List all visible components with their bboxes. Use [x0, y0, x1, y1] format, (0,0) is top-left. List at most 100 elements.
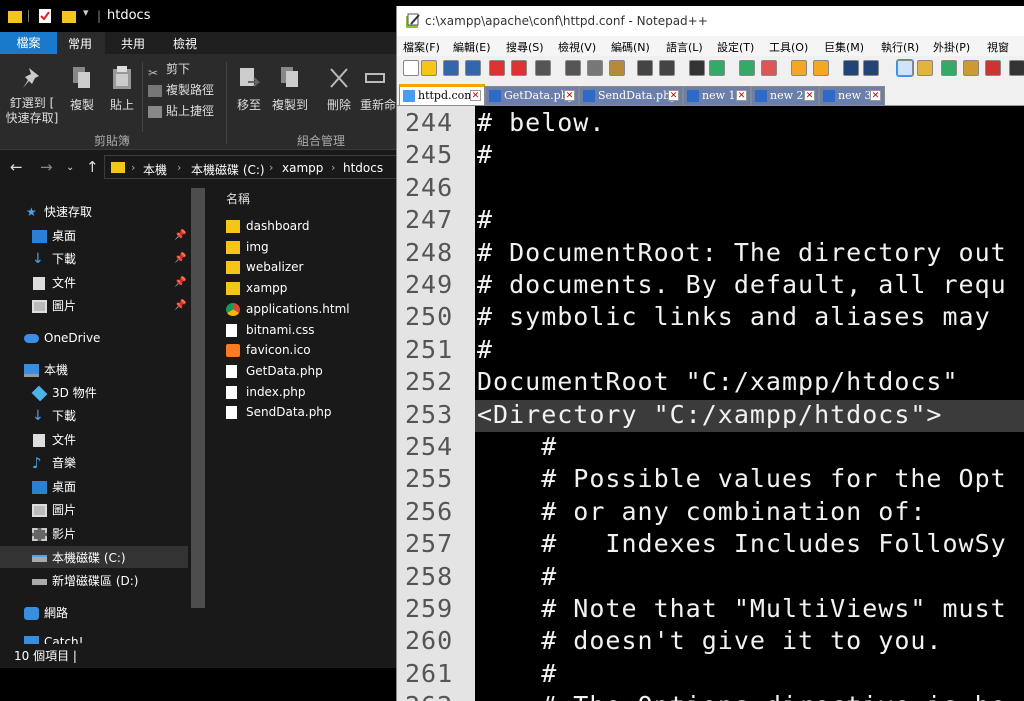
sync-v-icon[interactable] [791, 60, 807, 76]
move-to-button[interactable]: 移至 [232, 66, 266, 113]
file-row[interactable]: SendData.php [226, 402, 332, 422]
code-line[interactable]: # [477, 140, 493, 169]
replace-icon[interactable] [709, 60, 725, 76]
cut-icon[interactable] [565, 60, 581, 76]
file-row[interactable]: xampp [226, 278, 287, 298]
code-line[interactable]: # [477, 562, 557, 591]
close-tab-icon[interactable]: ✕ [736, 90, 747, 101]
copy-button[interactable]: 複製 [64, 66, 100, 113]
npp-menu-item[interactable]: 執行(R) [881, 39, 919, 55]
code-line[interactable]: # Note that "MultiViews" must [477, 594, 1007, 623]
pin-to-quick-access-button[interactable]: 釘選到 [ 快速存取] [4, 66, 60, 126]
nav-drive-c[interactable]: 本機磁碟 (C:) [0, 546, 190, 570]
npp-menu-item[interactable]: 設定(T) [717, 39, 754, 55]
nav-onedrive[interactable]: OneDrive [0, 326, 190, 350]
npp-menu-item[interactable]: 搜尋(S) [506, 39, 544, 55]
open-file-icon[interactable] [421, 60, 437, 76]
copy-to-button[interactable]: 複製到 [270, 66, 310, 113]
nav-network[interactable]: 網路 [0, 601, 190, 625]
column-header-name[interactable]: 名稱 [226, 190, 250, 207]
breadcrumb-xampp[interactable]: xampp [282, 161, 323, 175]
file-row[interactable]: index.php [226, 382, 305, 402]
npp-menu-item[interactable]: 編輯(E) [453, 39, 491, 55]
npp-menu-item[interactable]: 外掛(P) [933, 39, 970, 55]
code-line[interactable]: # symbolic links and aliases may [477, 302, 991, 331]
folder-as-workspace-icon[interactable] [917, 60, 933, 76]
nav-this-pc[interactable]: 本機 [0, 358, 190, 382]
npp-file-tab[interactable]: httpd.conf ✕ [399, 84, 485, 106]
close-tab-icon[interactable]: ✕ [564, 90, 575, 101]
code-line[interactable]: # DocumentRoot: The directory out [477, 238, 1007, 267]
file-row[interactable]: webalizer [226, 257, 303, 277]
npp-file-tab[interactable]: GetData.php ✕ [485, 86, 579, 106]
doc-map-icon[interactable] [941, 60, 957, 76]
tab-file[interactable]: 檔案 [0, 32, 57, 54]
nav-music[interactable]: ♪ 音樂 [0, 451, 190, 475]
indent-guide-icon[interactable] [896, 59, 914, 77]
code-line[interactable]: # [477, 659, 557, 688]
function-list-icon[interactable] [963, 60, 979, 76]
redo-icon[interactable] [659, 60, 675, 76]
close-tab-icon[interactable]: ✕ [870, 90, 881, 101]
npp-menu-item[interactable]: 檢視(V) [558, 39, 596, 55]
file-row[interactable]: GetData.php [226, 361, 323, 381]
paste-button[interactable]: 貼上 [104, 66, 140, 113]
address-bar[interactable]: › 本機 › 本機磁碟 (C:) › xampp › htdocs [104, 155, 400, 179]
breadcrumb-this-pc[interactable]: 本機 [143, 161, 167, 178]
paste-shortcut-button[interactable]: 貼上捷徑 [148, 102, 214, 120]
file-row[interactable]: applications.html [226, 299, 350, 319]
nav-quick-pictures[interactable]: 圖片 📌 [0, 294, 190, 318]
nav-pictures[interactable]: 圖片 [0, 498, 190, 522]
code-line[interactable]: # Indexes Includes FollowSy [477, 529, 1007, 558]
undo-icon[interactable] [637, 60, 653, 76]
nav-documents[interactable]: 文件 [0, 428, 190, 452]
breadcrumb-c-drive[interactable]: 本機磁碟 (C:) [191, 161, 265, 178]
npp-menu-item[interactable]: 檔案(F) [403, 39, 440, 55]
nav-quick-access[interactable]: ★ 快速存取 [0, 200, 190, 224]
properties-icon[interactable] [38, 8, 52, 24]
doc-switcher-icon[interactable] [985, 60, 1001, 76]
new-folder-icon[interactable] [62, 8, 76, 24]
monitor-icon[interactable] [1009, 60, 1024, 76]
file-row[interactable]: dashboard [226, 216, 309, 236]
save-all-icon[interactable] [465, 60, 481, 76]
npp-file-tab[interactable]: SendData.php ✕ [579, 86, 683, 106]
close-tab-icon[interactable]: ✕ [470, 90, 481, 101]
nav-downloads[interactable]: ↓ 下載 [0, 404, 190, 428]
npp-menu-item[interactable]: 語言(L) [666, 39, 703, 55]
customize-quick-access-icon[interactable]: ▾ [83, 6, 89, 19]
npp-file-tab[interactable]: new 1 ✕ [683, 86, 751, 106]
code-line[interactable]: # [477, 205, 493, 234]
code-line[interactable]: DocumentRoot "C:/xampp/htdocs" [477, 367, 959, 396]
code-line[interactable]: # Possible values for the Opt [477, 464, 1007, 493]
copy-path-button[interactable]: 複製路徑 [148, 81, 214, 99]
npp-file-tab[interactable]: new 2 ✕ [751, 86, 819, 106]
new-file-icon[interactable] [403, 60, 419, 76]
tab-view[interactable]: 檢視 [173, 35, 197, 52]
code-line[interactable]: # [477, 335, 493, 364]
back-arrow-icon[interactable]: ← [10, 158, 23, 176]
recent-locations-chevron-icon[interactable]: ⌄ [66, 162, 74, 173]
npp-menu-item[interactable]: 工具(O) [769, 39, 808, 55]
print-icon[interactable] [535, 60, 551, 76]
npp-menu-item[interactable]: 編碼(N) [611, 39, 650, 55]
up-arrow-icon[interactable]: ↑ [86, 158, 99, 176]
code-line[interactable]: # [477, 432, 557, 461]
zoom-in-icon[interactable] [739, 60, 755, 76]
code-line[interactable]: # The Options directive is bo [477, 691, 1007, 701]
nav-videos[interactable]: 影片 [0, 522, 190, 546]
file-row[interactable]: img [226, 237, 269, 257]
show-all-chars-icon[interactable] [863, 60, 879, 76]
file-row[interactable]: favicon.ico [226, 340, 311, 360]
save-icon[interactable] [443, 60, 459, 76]
npp-menu-item[interactable]: 巨集(M) [824, 39, 864, 55]
code-line[interactable]: <Directory "C:/xampp/htdocs"> [477, 400, 943, 429]
find-icon[interactable] [689, 60, 705, 76]
forward-arrow-icon[interactable]: → [40, 158, 53, 176]
tab-home[interactable]: 常用 [68, 35, 92, 52]
nav-3d-objects[interactable]: 3D 物件 [0, 381, 190, 405]
nav-scrollbar-thumb[interactable] [191, 188, 205, 608]
paste-icon[interactable] [609, 60, 625, 76]
nav-quick-documents[interactable]: 文件 📌 [0, 271, 190, 295]
code-editor[interactable]: 244 # below. 245 #246 247 #248 # DocumentRoot:… [397, 106, 1024, 701]
